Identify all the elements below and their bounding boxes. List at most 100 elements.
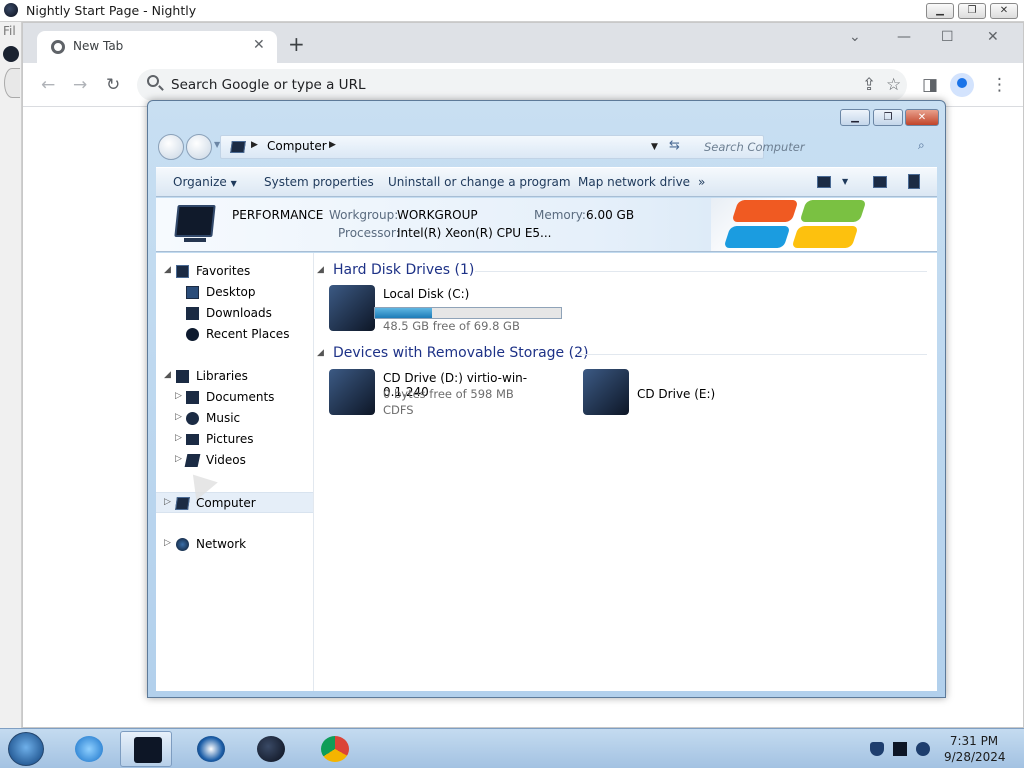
- computer-icon: [230, 141, 246, 153]
- drive-c-usage-fill: [375, 308, 432, 318]
- reload-icon[interactable]: ↻: [106, 75, 120, 95]
- videos-icon: [184, 454, 201, 467]
- nav-libraries-label: Libraries: [196, 369, 248, 383]
- tab-close-icon[interactable]: ✕: [253, 37, 265, 53]
- organize-label: Organize: [173, 175, 227, 189]
- action-center-flag-icon[interactable]: [870, 742, 884, 756]
- forward-arrow-icon[interactable]: →: [73, 75, 87, 95]
- collapsed-arrow-icon[interactable]: ▷: [175, 454, 182, 464]
- libraries-icon: [176, 370, 189, 383]
- nightly-minimize-button[interactable]: ▁: [926, 3, 954, 19]
- taskbar-explorer[interactable]: [120, 731, 172, 767]
- collapsed-arrow-icon[interactable]: ▷: [175, 391, 182, 401]
- chrome-minimize-button[interactable]: —: [897, 29, 911, 45]
- drive-c-usage-bar: [374, 307, 562, 319]
- collapsed-arrow-icon[interactable]: ▷: [175, 433, 182, 443]
- collapsed-arrow-icon[interactable]: ▷: [164, 538, 171, 548]
- nav-computer-label: Computer: [196, 496, 256, 510]
- group-divider: [475, 271, 927, 272]
- preview-pane-icon[interactable]: [873, 176, 887, 188]
- address-bar[interactable]: ▶ Computer ▶ ▼ ⇆: [220, 135, 764, 159]
- back-button[interactable]: [158, 134, 184, 160]
- navigation-pane: ◢ Favorites Desktop Downloads Recent Pla…: [156, 253, 314, 691]
- bookmark-star-icon[interactable]: ☆: [886, 75, 901, 95]
- recent-places-icon: [186, 328, 199, 341]
- nav-item-favorites[interactable]: ◢ Favorites: [156, 261, 313, 282]
- hard-drive-icon: [329, 285, 375, 331]
- taskbar-media-player[interactable]: [184, 731, 236, 767]
- taskbar-internet-explorer[interactable]: [62, 731, 114, 767]
- share-icon[interactable]: ⇪: [862, 75, 876, 95]
- group-removable-storage[interactable]: Devices with Removable Storage (2): [333, 345, 588, 361]
- nav-item-downloads[interactable]: Downloads: [156, 303, 313, 324]
- back-arrow-icon[interactable]: ←: [41, 75, 55, 95]
- nav-item-pictures[interactable]: ▷ Pictures: [156, 429, 313, 450]
- group-divider: [577, 354, 927, 355]
- nav-item-computer[interactable]: ▷ Computer: [156, 492, 313, 513]
- network-icon[interactable]: [893, 742, 907, 756]
- expanded-arrow-icon[interactable]: ◢: [164, 370, 171, 380]
- profile-avatar[interactable]: [950, 73, 974, 97]
- clock-time: 7:31 PM: [949, 734, 999, 748]
- omnibox[interactable]: [137, 69, 907, 101]
- logo-blue-pane: [723, 226, 791, 248]
- uninstall-program-button[interactable]: Uninstall or change a program: [388, 175, 571, 189]
- nightly-back-button[interactable]: [4, 68, 20, 98]
- taskbar-chrome[interactable]: [308, 731, 360, 767]
- network-globe-icon: [176, 538, 189, 551]
- forward-button[interactable]: [186, 134, 212, 160]
- address-dropdown-icon[interactable]: ▼: [651, 142, 658, 152]
- system-properties-button[interactable]: System properties: [264, 175, 374, 189]
- tab-search-icon[interactable]: ⌄: [849, 29, 861, 45]
- nav-item-recent-places[interactable]: Recent Places: [156, 324, 313, 345]
- nav-item-videos[interactable]: ▷ Videos: [156, 450, 313, 471]
- drive-e[interactable]: CD Drive (E:): [583, 367, 723, 417]
- nav-item-music[interactable]: ▷ Music: [156, 408, 313, 429]
- explorer-minimize-button[interactable]: ▁: [840, 109, 870, 126]
- collapsed-arrow-icon[interactable]: ▷: [175, 412, 182, 422]
- new-tab-button[interactable]: +: [288, 34, 305, 54]
- nav-item-network[interactable]: ▷ Network: [156, 534, 313, 555]
- nav-recent-places-label: Recent Places: [206, 327, 290, 341]
- collapsed-arrow-icon[interactable]: ▷: [164, 497, 171, 507]
- nightly-restore-button[interactable]: ❐: [958, 3, 986, 19]
- search-icon[interactable]: ⌕: [918, 138, 925, 153]
- tab-new-tab[interactable]: New Tab ✕: [37, 31, 277, 63]
- taskbar-nightly[interactable]: [244, 731, 296, 767]
- omnibox-input[interactable]: [171, 75, 671, 95]
- search-box[interactable]: ⌕: [698, 135, 938, 159]
- map-network-drive-button[interactable]: Map network drive: [578, 175, 690, 189]
- breadcrumb-computer[interactable]: Computer: [267, 139, 327, 153]
- search-input[interactable]: [704, 138, 904, 156]
- nav-music-label: Music: [206, 411, 241, 425]
- nav-item-documents[interactable]: ▷ Documents: [156, 387, 313, 408]
- tray-clock[interactable]: 7:31 PM 9/28/2024: [944, 733, 1006, 765]
- help-icon[interactable]: [908, 174, 920, 189]
- organize-button[interactable]: Organize ▼: [173, 175, 237, 189]
- more-commands-button[interactable]: »: [698, 175, 705, 189]
- nav-item-desktop[interactable]: Desktop: [156, 282, 313, 303]
- drive-d[interactable]: CD Drive (D:) virtio-win-0.1.240 0 bytes…: [329, 367, 569, 417]
- start-button[interactable]: [8, 732, 44, 766]
- volume-icon[interactable]: [916, 742, 930, 756]
- view-dropdown-icon[interactable]: ▼: [842, 177, 848, 186]
- change-view-icon[interactable]: [817, 176, 831, 188]
- breadcrumb-arrow-icon[interactable]: ▶: [251, 140, 258, 150]
- group-collapse-icon[interactable]: ◢: [317, 348, 324, 358]
- nav-documents-label: Documents: [206, 390, 275, 404]
- documents-icon: [186, 391, 199, 404]
- nightly-close-button[interactable]: ✕: [990, 3, 1018, 19]
- explorer-restore-button[interactable]: ❐: [873, 109, 903, 126]
- breadcrumb-arrow-icon[interactable]: ▶: [329, 140, 336, 150]
- explorer-close-button[interactable]: ✕: [905, 109, 939, 126]
- refresh-icon[interactable]: ⇆: [669, 138, 680, 153]
- chrome-maximize-button[interactable]: ☐: [941, 29, 954, 45]
- nav-item-libraries[interactable]: ◢ Libraries: [156, 366, 313, 387]
- chrome-close-button[interactable]: ✕: [987, 29, 999, 45]
- chrome-menu-icon[interactable]: ⋮: [991, 75, 1008, 95]
- side-panel-icon[interactable]: ◨: [922, 75, 938, 95]
- group-collapse-icon[interactable]: ◢: [317, 265, 324, 275]
- group-hard-disk-drives[interactable]: Hard Disk Drives (1): [333, 262, 474, 278]
- expanded-arrow-icon[interactable]: ◢: [164, 265, 171, 275]
- cd-drive-icon: [329, 369, 375, 415]
